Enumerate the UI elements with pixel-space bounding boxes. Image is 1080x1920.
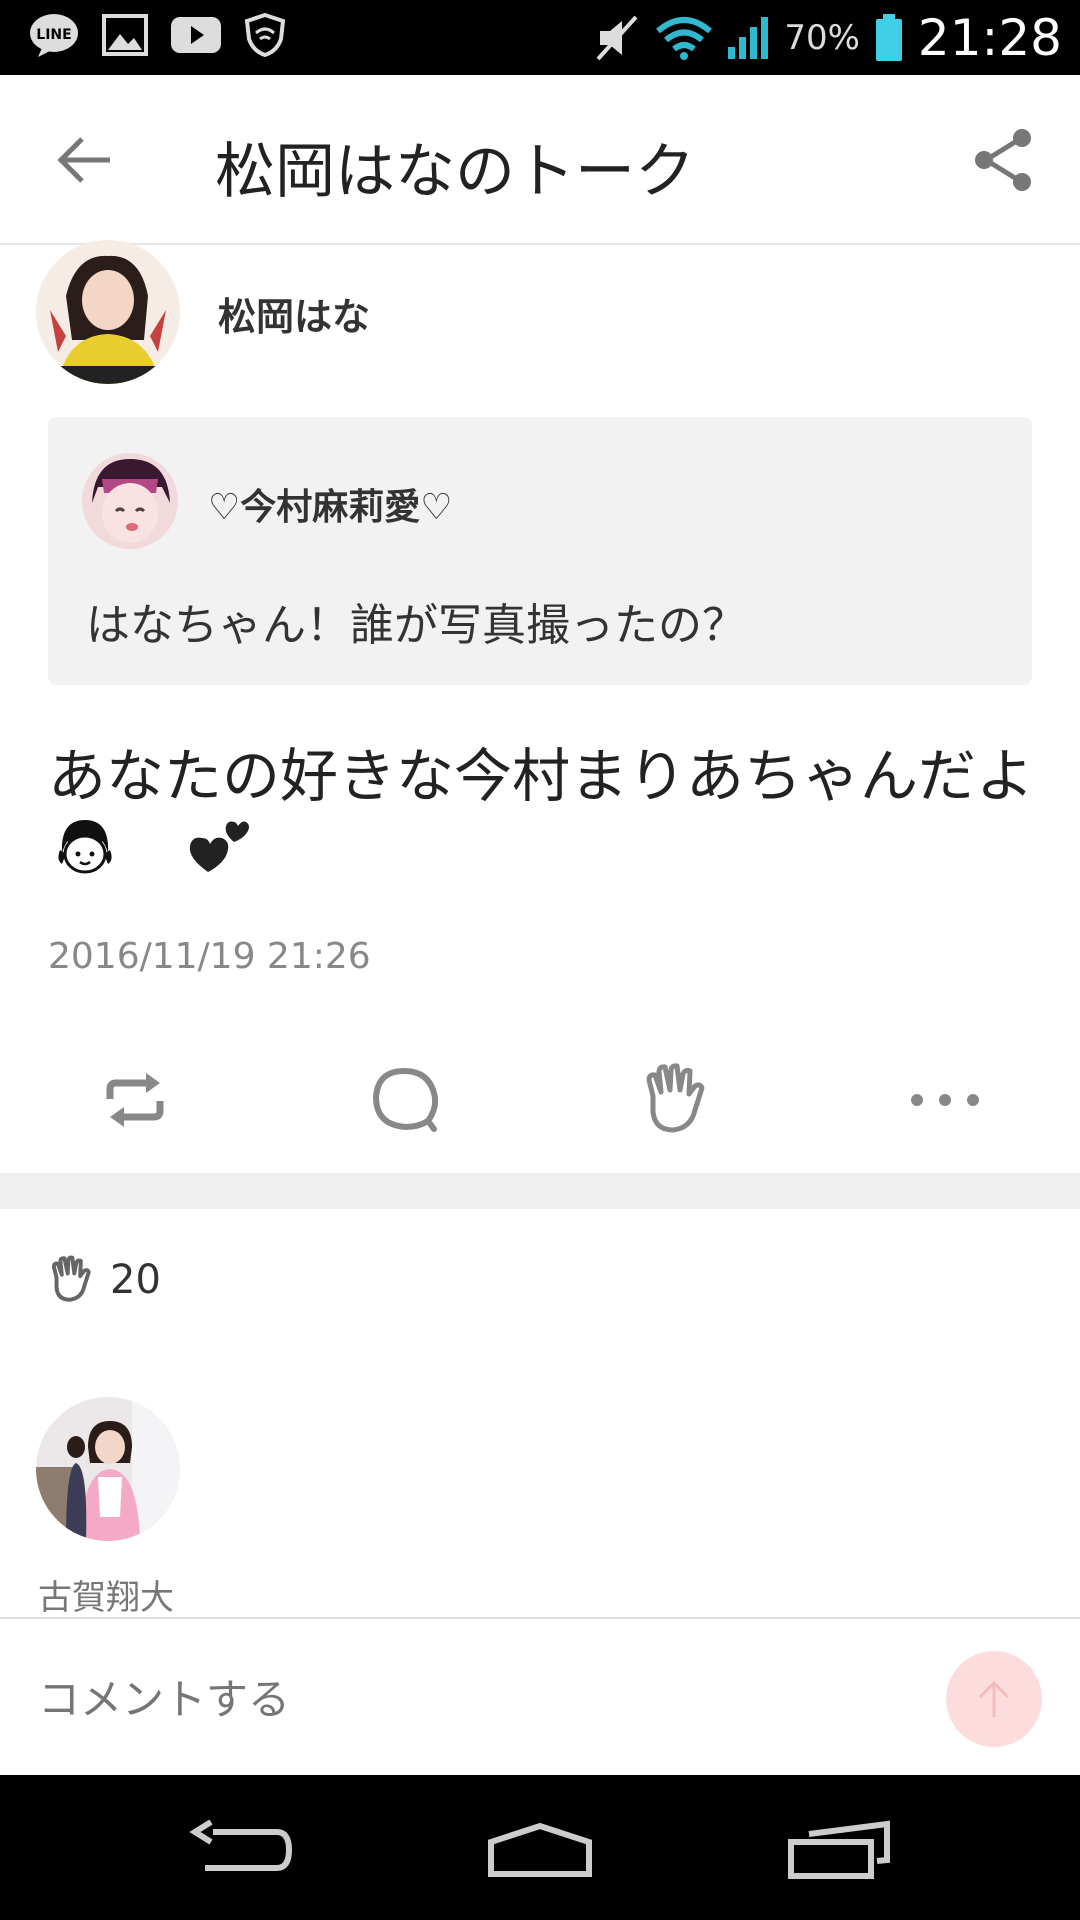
- gallery-icon: [102, 14, 148, 56]
- clap-icon: [646, 1063, 705, 1133]
- commenter-photo: [36, 1397, 180, 1541]
- commenter-name[interactable]: 古賀翔大: [38, 1570, 174, 1619]
- girl-emoji-icon: [58, 820, 112, 874]
- page-title: 松岡はなのトーク: [215, 137, 695, 207]
- system-nav-bar: [0, 1775, 1080, 1920]
- comment-bar: [0, 1617, 1080, 1775]
- action-bar: [0, 1060, 1080, 1140]
- clap-small-icon: [51, 1255, 91, 1302]
- quote-author-name[interactable]: ♡今村麻莉愛♡: [208, 478, 453, 530]
- system-icons: 70% 21:28: [592, 0, 1062, 75]
- signal-icon: [728, 16, 769, 59]
- quote-author-photo: [82, 453, 178, 549]
- comment-input[interactable]: [38, 1669, 898, 1729]
- clap-summary[interactable]: 20: [46, 1255, 161, 1305]
- quote-author-avatar[interactable]: [82, 453, 178, 549]
- notification-icons: LINE: [28, 12, 286, 58]
- nav-home-icon: [488, 1822, 592, 1877]
- nav-recents-icon: [788, 1820, 890, 1879]
- quoted-post[interactable]: ♡今村麻莉愛♡ はなちゃん！誰が写真撮ったの？: [48, 417, 1032, 685]
- repost-icon: [106, 1073, 164, 1127]
- arrow-left-icon: [57, 137, 110, 183]
- more-button[interactable]: [905, 1060, 985, 1140]
- wifi-icon: [656, 16, 713, 60]
- svg-text:LINE: LINE: [36, 27, 71, 43]
- section-divider: [0, 1173, 1080, 1209]
- comment-icon: [373, 1068, 439, 1132]
- mute-icon: [596, 15, 638, 60]
- clock: 21:28: [917, 8, 1062, 67]
- post-timestamp: 2016/11/19 21:26: [48, 936, 371, 977]
- battery-icon: [875, 13, 902, 61]
- nav-recents-button[interactable]: [780, 1815, 900, 1885]
- author-name[interactable]: 松岡はな: [218, 286, 370, 341]
- youtube-icon: [171, 17, 221, 53]
- share-icon: [975, 129, 1031, 191]
- shield-icon: [244, 13, 286, 57]
- nav-back-icon: [189, 1820, 293, 1871]
- more-icon: [911, 1094, 979, 1106]
- battery-percent: 70%: [784, 17, 860, 58]
- status-bar: LINE 70% 21:28: [0, 0, 1080, 75]
- quote-text: はなちゃん！誰が写真撮ったの？: [86, 600, 746, 651]
- post-text: あなたの好きな今村まりあちゃんだよ: [48, 742, 1035, 810]
- comment-button[interactable]: [365, 1060, 445, 1140]
- arrow-up-icon: [978, 1680, 1010, 1717]
- app-header: 松岡はなのトーク: [0, 75, 1080, 245]
- send-button[interactable]: [946, 1651, 1042, 1747]
- clap-button[interactable]: [635, 1060, 715, 1140]
- commenter-avatar[interactable]: [36, 1397, 180, 1541]
- repost-button[interactable]: [95, 1060, 175, 1140]
- clap-count: 20: [110, 1257, 161, 1303]
- nav-home-button[interactable]: [480, 1815, 600, 1885]
- two-hearts-emoji-icon: [189, 821, 249, 872]
- post-body: あなたの好きな今村まりあちゃんだよ: [48, 740, 1038, 884]
- back-button[interactable]: [52, 125, 122, 195]
- line-icon: LINE: [30, 14, 78, 57]
- author-avatar[interactable]: [36, 240, 180, 384]
- nav-back-button[interactable]: [180, 1815, 300, 1885]
- author-photo: [36, 240, 180, 384]
- share-button[interactable]: [966, 123, 1040, 197]
